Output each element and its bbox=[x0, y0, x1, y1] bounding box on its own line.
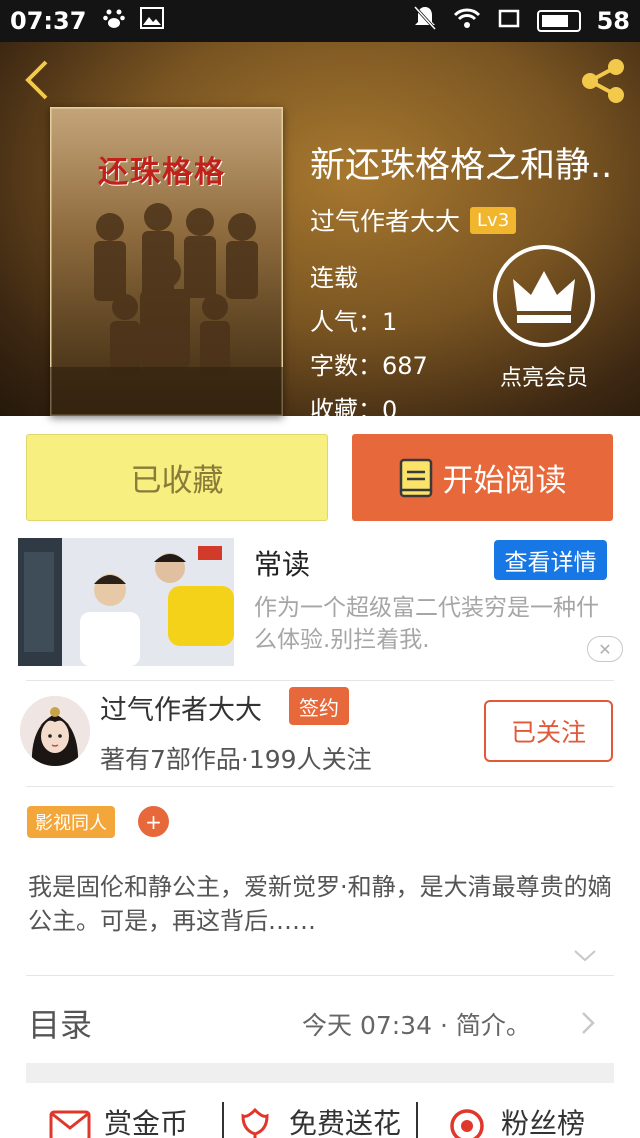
status-right: 58 bbox=[413, 5, 630, 37]
envelope-icon bbox=[49, 1110, 91, 1138]
reward-coins-button[interactable]: 赏金币 bbox=[48, 1100, 188, 1138]
divider bbox=[416, 1102, 418, 1138]
book-header: 还珠格格 新还珠格格之和静.. 过气作者大大 Lv3 连载 人气：1 字数：68… bbox=[0, 42, 640, 424]
chevron-down-icon[interactable] bbox=[573, 948, 597, 962]
book-icon bbox=[399, 458, 432, 497]
signed-badge: 签约 bbox=[289, 687, 349, 725]
book-detail-screen: 07:37 58 还珠格格 新还珠格格之和静.. 过气作者大大 Lv3 连载 人… bbox=[0, 0, 640, 1138]
vip-label[interactable]: 点亮会员 bbox=[492, 360, 596, 392]
collected-button[interactable]: 已收藏 bbox=[26, 434, 328, 521]
toc-label[interactable]: 目录 bbox=[28, 1000, 92, 1046]
ad-close-button[interactable]: ✕ bbox=[587, 636, 623, 662]
author-line: 过气作者大大 Lv3 bbox=[310, 202, 517, 238]
send-flower-button[interactable]: 免费送花 bbox=[233, 1100, 401, 1138]
book-popularity: 人气：1 bbox=[310, 308, 398, 336]
fan-rank-icon bbox=[450, 1109, 484, 1138]
battery-icon bbox=[536, 10, 581, 32]
crown-icon bbox=[513, 271, 575, 323]
author-level-badge: Lv3 bbox=[470, 206, 517, 234]
divider bbox=[26, 786, 614, 787]
cover-title: 还珠格格 bbox=[98, 155, 226, 190]
wifi-icon bbox=[453, 7, 481, 35]
add-tag-button[interactable]: + bbox=[138, 806, 169, 837]
ad-image[interactable] bbox=[18, 538, 234, 666]
avatar[interactable] bbox=[20, 696, 90, 766]
book-favorites: 收藏：0 bbox=[310, 396, 398, 424]
book-title: 新还珠格格之和静.. bbox=[310, 146, 613, 186]
chevron-right-icon[interactable] bbox=[580, 1010, 596, 1036]
book-cover[interactable]: 还珠格格 bbox=[50, 107, 283, 416]
flower-icon bbox=[241, 1107, 269, 1138]
section-separator bbox=[26, 1063, 614, 1083]
paw-icon bbox=[102, 6, 126, 36]
status-bar: 07:37 58 bbox=[0, 0, 640, 42]
author-meta: 著有7部作品·199人关注 bbox=[100, 745, 372, 774]
book-intro[interactable]: 我是固伦和静公主，爱新觉罗·和静，是大清最尊贵的嫡公主。可是，再这背后…… bbox=[28, 870, 618, 938]
divider bbox=[26, 975, 614, 976]
image-icon bbox=[140, 7, 165, 35]
chevron-left-icon bbox=[25, 60, 48, 100]
share-icon bbox=[582, 59, 624, 103]
toc-latest-update[interactable]: 今天 07:34 · 简介。 bbox=[302, 1006, 531, 1042]
divider bbox=[26, 680, 614, 681]
reward-coins-label: 赏金币 bbox=[104, 1107, 189, 1138]
divider bbox=[222, 1102, 224, 1138]
book-status: 连载 bbox=[310, 264, 358, 292]
share-button[interactable] bbox=[578, 56, 628, 106]
battery-percent: 58 bbox=[596, 7, 630, 35]
vip-button[interactable] bbox=[493, 245, 595, 347]
back-button[interactable] bbox=[18, 58, 58, 102]
start-reading-label: 开始阅读 bbox=[442, 463, 567, 499]
fan-rank-button[interactable]: 粉丝榜 bbox=[445, 1100, 585, 1138]
mute-icon bbox=[413, 5, 437, 37]
send-flower-label: 免费送花 bbox=[289, 1107, 402, 1138]
ad-title[interactable]: 常读 bbox=[254, 543, 310, 583]
author-name[interactable]: 过气作者大大 bbox=[100, 688, 262, 727]
follow-button[interactable]: 已关注 bbox=[484, 700, 613, 762]
status-time: 07:37 bbox=[10, 7, 87, 35]
book-word-count: 字数：687 bbox=[310, 352, 428, 380]
genre-tag[interactable]: 影视同人 bbox=[27, 806, 115, 838]
recent-apps-icon bbox=[497, 7, 521, 35]
fan-rank-label: 粉丝榜 bbox=[501, 1107, 586, 1138]
start-reading-button[interactable]: 开始阅读 bbox=[352, 434, 613, 521]
ad-description[interactable]: 作为一个超级富二代装穷是一种什么体验.别拦着我. bbox=[254, 592, 614, 656]
header-author-name[interactable]: 过气作者大大 bbox=[310, 202, 460, 238]
ad-detail-button[interactable]: 查看详情 bbox=[494, 540, 607, 580]
